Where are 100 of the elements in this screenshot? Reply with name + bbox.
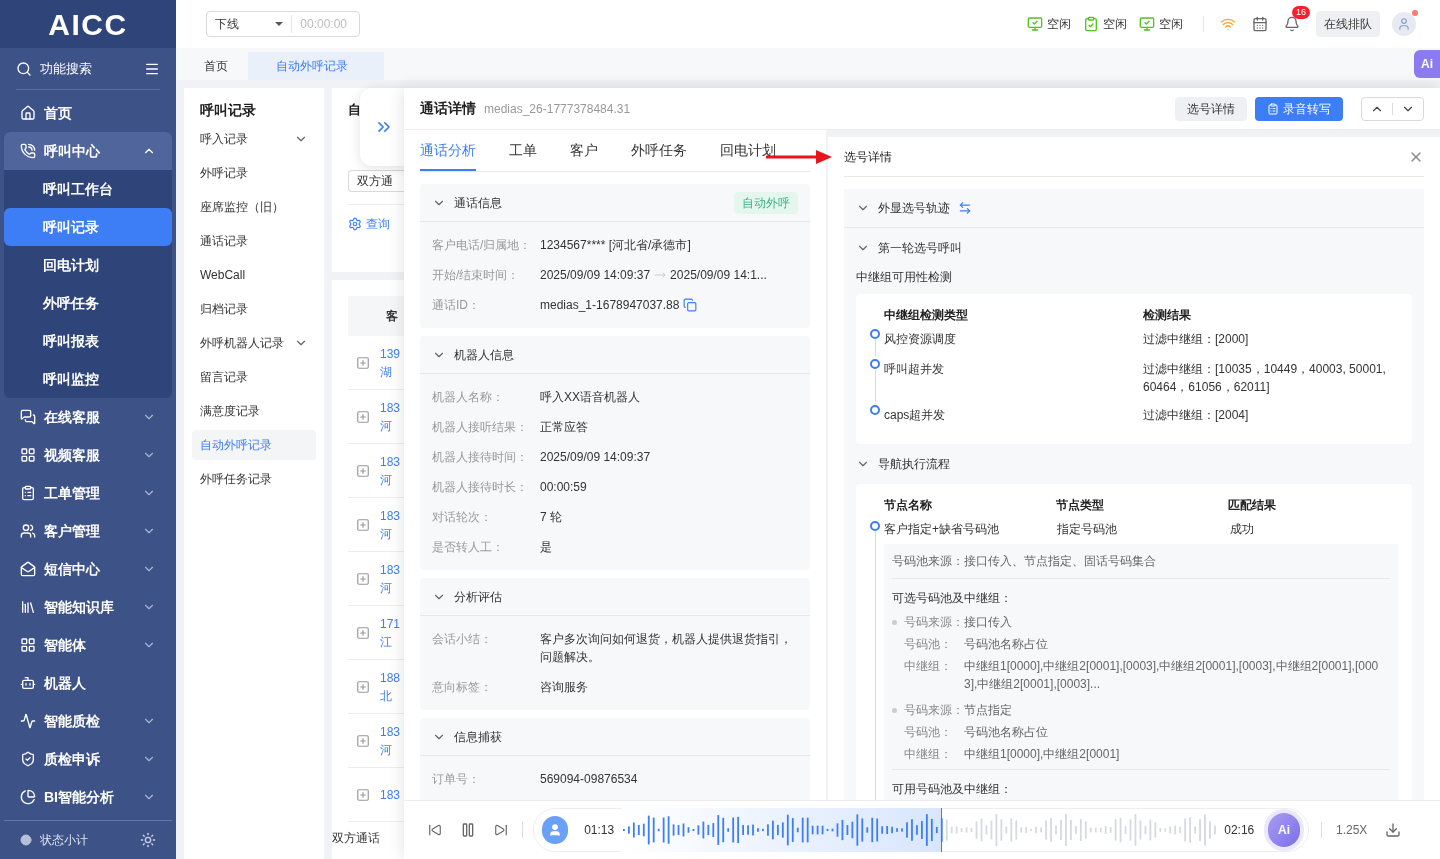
submenu-item[interactable]: WebCall <box>192 260 316 290</box>
section-header[interactable]: 外显选号轨迹 <box>844 189 1424 228</box>
agent-status[interactable]: 空闲 <box>1047 15 1071 33</box>
user-icon <box>1397 17 1411 31</box>
field-label: 中继组： <box>904 746 953 763</box>
submenu-item[interactable]: 自动外呼记录 <box>192 430 316 460</box>
expand-icon[interactable] <box>356 517 370 532</box>
sidebar-subitem[interactable]: 呼叫报表 <box>4 322 172 360</box>
page-tab[interactable]: 首页 <box>184 52 248 80</box>
pause-icon[interactable] <box>460 822 476 838</box>
table-cell-text: 北 <box>380 687 393 705</box>
sidebar-item[interactable]: 智能知识库 <box>4 588 172 626</box>
field-value: 中继组1[0000],中继组2[0001],[0003],中继组2[0001],[0003],中继组2[0001],[0003],中继组2[0001],[0003]... <box>964 658 1380 693</box>
field-value: 接口传入 <box>964 614 1012 631</box>
sidebar-subitem[interactable]: 呼叫监控 <box>4 360 172 398</box>
transcribe-button[interactable]: 录音转写 <box>1255 96 1343 121</box>
next-icon[interactable] <box>494 823 508 837</box>
theme-icon[interactable] <box>140 832 156 848</box>
footer-label: 双方通话 <box>332 830 381 847</box>
page-tab[interactable]: 自动外呼记录 <box>248 52 384 80</box>
sidebar-item[interactable]: 智能体 <box>4 626 172 664</box>
expand-icon[interactable] <box>356 463 370 478</box>
copy-icon[interactable] <box>683 298 698 312</box>
expand-icon[interactable] <box>356 733 370 748</box>
detail-tab[interactable]: 通话分析 <box>420 140 476 171</box>
detail-tab[interactable]: 客户 <box>570 140 598 171</box>
sidebar-item[interactable]: 客户管理 <box>4 512 172 550</box>
detail-tab[interactable]: 外呼任务 <box>631 140 687 171</box>
sidebar-item[interactable]: 视频客服 <box>4 436 172 474</box>
agent-status[interactable]: 空闲 <box>1159 15 1183 33</box>
section-header[interactable]: 导航执行流程 <box>856 444 1412 484</box>
section-header[interactable]: 第一轮选号呼叫 <box>856 228 1412 268</box>
submenu-item[interactable]: 外呼任务记录 <box>192 464 316 494</box>
search-label[interactable]: 功能搜索 <box>40 58 136 79</box>
field-label: 对话轮次： <box>432 509 493 526</box>
table-cell-text: 过滤中继组：[2000] <box>1143 331 1249 348</box>
check-title: 中继组可用性检测 <box>856 269 953 286</box>
sidebar-item[interactable]: 呼叫中心 <box>4 132 172 170</box>
status-select[interactable]: 下线 00:00:00 <box>206 11 360 37</box>
field-label: 开始/结束时间： <box>432 267 521 284</box>
previous-icon[interactable] <box>428 823 442 837</box>
submenu-item[interactable]: 外呼机器人记录 <box>192 328 316 358</box>
section-header[interactable]: 信息捕获 <box>420 718 810 756</box>
sidebar-item[interactable]: 首页 <box>4 94 172 132</box>
sidebar-item[interactable]: 智能质检 <box>4 702 172 740</box>
download-icon[interactable] <box>1385 822 1402 838</box>
submenu-item[interactable]: 满意度记录 <box>192 396 316 426</box>
sidebar-item[interactable]: 在线客服 <box>4 398 172 436</box>
submenu-item[interactable]: 座席监控（旧） <box>192 192 316 222</box>
table-cell-text: 183 <box>380 786 401 804</box>
field-value: 2025/09/09 14:09:37 <box>540 267 651 284</box>
section-header[interactable]: 机器人信息 <box>420 336 810 374</box>
field-value: 号码池名称占位 <box>964 724 1048 741</box>
swap-icon[interactable] <box>958 201 972 215</box>
section-header[interactable]: 分析评估 <box>420 578 810 616</box>
speed-control[interactable]: 1.25X <box>1336 821 1368 839</box>
submenu-item[interactable]: 外呼记录 <box>192 158 316 188</box>
notification-icon[interactable] <box>1284 16 1300 32</box>
sidebar-item[interactable]: BI智能分析 <box>4 778 172 816</box>
submenu-item[interactable]: 通话记录 <box>192 226 316 256</box>
expand-icon[interactable] <box>356 571 370 586</box>
total-time: 02:16 <box>1224 822 1255 839</box>
field-value: 1234567**** [河北省/承德市] <box>540 237 691 254</box>
agent-status[interactable]: 空闲 <box>1103 15 1127 33</box>
search-icon[interactable] <box>16 60 32 77</box>
sidebar-subitem[interactable]: 呼叫记录 <box>4 208 172 246</box>
expand-icon[interactable] <box>356 787 370 802</box>
field-label: 订单号： <box>432 771 481 788</box>
sidebar-item[interactable]: 工单管理 <box>4 474 172 512</box>
table-cell-text: 过滤中继组：[10035，10449，40003, 50001, 60464，61056，62011] <box>1143 361 1387 396</box>
submenu-item[interactable]: 留言记录 <box>192 362 316 392</box>
section-header[interactable]: 通话信息 自动外呼 <box>420 184 810 222</box>
table-cell-text: 河 <box>380 471 393 489</box>
sidebar-item[interactable]: 短信中心 <box>4 550 172 588</box>
queue-button[interactable]: 在线排队 <box>1316 11 1380 37</box>
wifi-icon[interactable] <box>1220 16 1236 32</box>
detail-tab[interactable]: 回电计划 <box>720 140 776 171</box>
calendar-icon[interactable] <box>1252 16 1268 32</box>
sidebar-subitem[interactable]: 外呼任务 <box>4 284 172 322</box>
table-cell-text: 呼叫超并发 <box>883 361 945 378</box>
sidebar-subitem[interactable]: 回电计划 <box>4 246 172 284</box>
field-value: 是 <box>540 539 552 556</box>
sidebar-item[interactable]: 机器人 <box>4 664 172 702</box>
submenu-item[interactable]: 呼入记录 <box>192 124 316 154</box>
query-link[interactable]: 查询 <box>366 215 390 233</box>
sidebar-item[interactable]: 质检申诉 <box>4 740 172 778</box>
submenu-item[interactable]: 归档记录 <box>192 294 316 324</box>
agent-status-icon <box>1139 16 1155 32</box>
expand-icon[interactable] <box>356 625 370 640</box>
number-detail-button[interactable]: 选号详情 <box>1175 96 1247 121</box>
expand-icon[interactable] <box>356 679 370 694</box>
table-cell-text: 183 <box>380 561 401 579</box>
status-summary[interactable]: 状态小计 <box>40 831 132 849</box>
field-label: 机器人接待时间： <box>432 449 529 466</box>
detail-tab[interactable]: 工单 <box>509 140 537 171</box>
table-cell-text: caps超并发 <box>883 407 947 424</box>
expand-icon[interactable] <box>356 355 370 370</box>
expand-icon[interactable] <box>356 409 370 424</box>
avatar[interactable] <box>1392 12 1416 36</box>
sidebar-subitem[interactable]: 呼叫工作台 <box>4 170 172 208</box>
